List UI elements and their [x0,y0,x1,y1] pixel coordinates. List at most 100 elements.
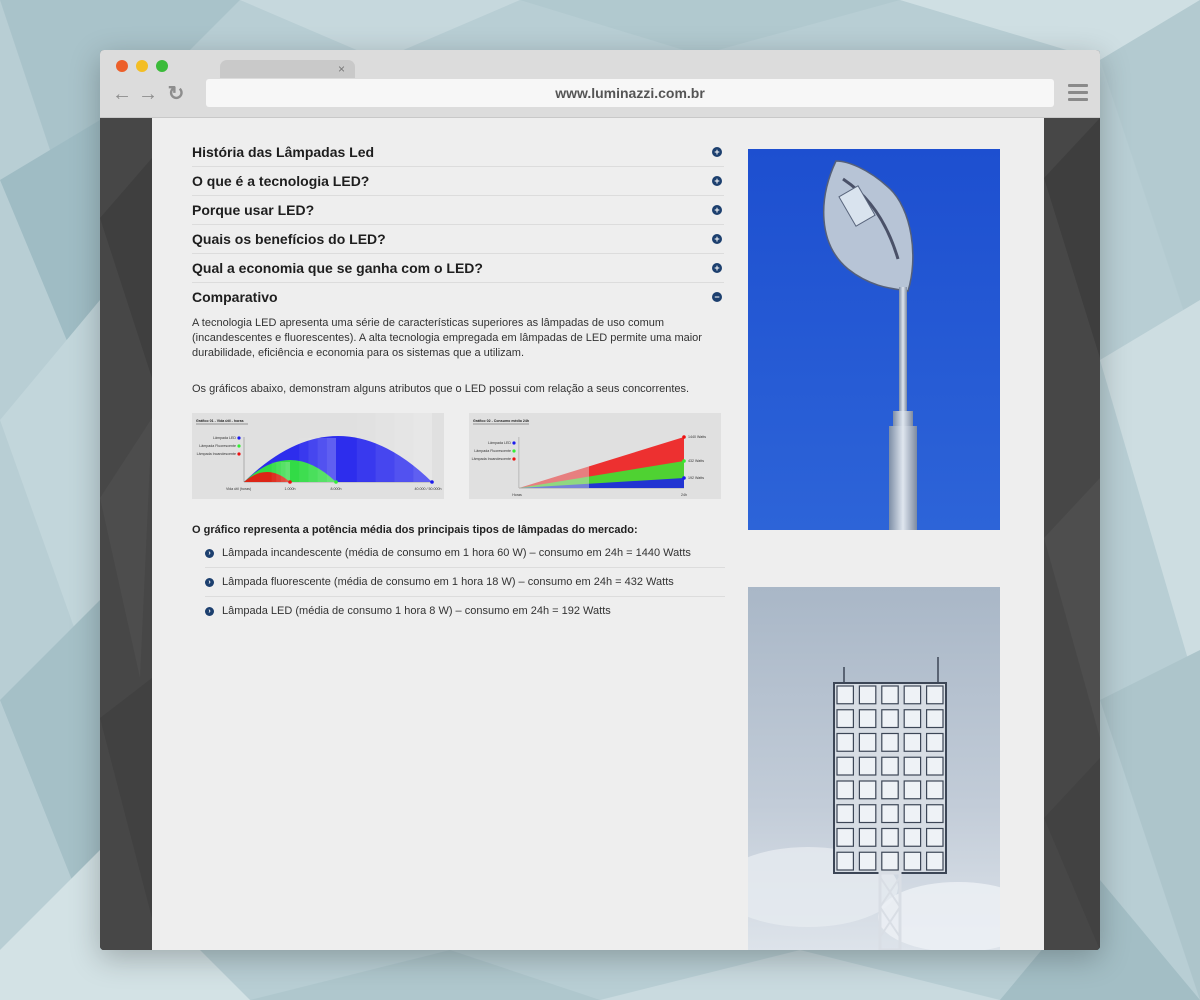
list-item-text: Lâmpada fluorescente (média de consumo e… [222,576,674,588]
legend-swatch [512,449,516,453]
end-point [682,435,686,439]
stripe-band [375,413,395,482]
x-label: Horas [512,493,522,497]
stripe-band [317,438,327,482]
floodlight-lamp [858,685,877,705]
stripe-band [271,462,277,482]
floodlight-lamp [836,732,854,752]
floodlight-lamp [903,685,922,705]
floodlight-lamp [926,780,944,800]
address-bar[interactable]: www.luminazzi.com.br [206,79,1054,107]
expand-plus-icon[interactable]: + [712,263,722,273]
expand-plus-icon[interactable]: + [712,176,722,186]
floodlight-lamp [858,732,877,752]
legend-swatch [237,436,241,440]
end-point [288,480,292,484]
accordion-title: História das Lâmpadas Led [192,144,375,160]
legend-swatch [512,441,516,445]
legend-label: Lâmpada Incandescente [197,452,236,456]
floodlight-lamp [926,685,944,705]
tab-close-icon[interactable]: × [338,61,345,77]
floodlight-lamp [926,851,944,871]
tick-label: 1.000h [285,487,296,491]
list-item-text: Lâmpada incandescente (média de consumo … [222,547,691,559]
end-point [682,459,686,463]
floodlight-lamp [926,827,944,847]
accordion-item-beneficios[interactable]: Quais os benefícios do LED? + [192,225,724,254]
legend-label: Lâmpada LED [488,441,511,445]
floodlight-lamp [881,709,899,729]
close-window-button[interactable] [116,60,128,72]
expand-plus-icon[interactable]: + [712,205,722,215]
floodlight-lamp [903,780,922,800]
expand-plus-icon[interactable]: + [712,234,722,244]
floodlight-lamp [858,804,877,824]
value-label: 192 Watts [688,476,704,480]
chevron-right-icon: › [205,606,214,616]
value-label: 432 Watts [688,459,704,463]
page-content: História das Lâmpadas Led + O que é a te… [152,118,1044,950]
expand-plus-icon[interactable]: + [712,147,722,157]
floodlight-lamp [903,827,922,847]
collapse-minus-icon[interactable]: − [712,292,722,302]
comparativo-charts-intro: Os gráficos abaixo, demonstram alguns at… [192,383,690,395]
floodlight-lamp [881,851,899,871]
stripe-band [394,413,414,482]
floodlight-lamp [836,804,854,824]
floodlight-lamp [881,685,899,705]
legend-label: Lâmpada LED [213,436,236,440]
stripe-band [280,462,286,482]
forward-arrow-icon[interactable]: → [138,84,158,104]
street-lamp-photo [748,149,1000,530]
floodlight-lamp [881,732,899,752]
tick-label: 40.000 / 50.000h [415,487,442,491]
maximize-window-button[interactable] [156,60,168,72]
browser-tab[interactable]: × [220,60,355,78]
legend-label: Lâmpada Fluorescente [474,449,511,453]
floodlight-lamp [836,709,854,729]
legend-swatch [237,452,241,456]
list-heading: O gráfico representa a potência média do… [192,524,638,536]
floodlight-lamp [903,804,922,824]
accordion-item-historia[interactable]: História das Lâmpadas Led + [192,138,724,167]
chevron-right-icon: › [205,548,214,558]
value-label: 1440 Watts [688,435,706,439]
stripe-band [413,413,432,482]
x-label: Vida útil (horas) [226,487,251,491]
accordion-item-porque[interactable]: Porque usar LED? + [192,196,724,225]
floodlight-lamp [903,851,922,871]
right-side-pattern [1044,118,1100,950]
floodlight-lamp [858,756,877,776]
legend-label: Lâmpada Fluorescente [199,444,236,448]
floodlight-lamp [858,827,877,847]
chevron-right-icon: › [205,577,214,587]
stripe-band [276,462,281,482]
floodlight-lamp [836,780,854,800]
accordion-item-economia[interactable]: Qual a economia que se ganha com o LED? … [192,254,724,283]
stadium-floodlight-photo [748,587,1000,950]
list-item: › Lâmpada LED (média de consumo 1 hora 8… [205,597,725,625]
tick-label: 8.000h [331,487,342,491]
reload-icon[interactable]: ↻ [166,84,186,104]
floodlight-lamp [926,756,944,776]
stripe-band [326,438,336,482]
minimize-window-button[interactable] [136,60,148,72]
stripe-band [308,438,318,482]
list-item: › Lâmpada incandescente (média de consum… [205,539,725,568]
floodlight-lamp [926,804,944,824]
back-arrow-icon[interactable]: ← [112,84,132,104]
consumption-list: › Lâmpada incandescente (média de consum… [205,539,725,625]
accordion-title: O que é a tecnologia LED? [192,173,370,189]
comparativo-intro-text: A tecnologia LED apresenta uma série de … [192,317,702,359]
list-item-text: Lâmpada LED (média de consumo 1 hora 8 W… [222,605,611,617]
x-end-label: 24h [681,493,687,497]
hamburger-menu-icon[interactable] [1068,84,1088,102]
accordion-item-comparativo[interactable]: Comparativo − [192,283,724,311]
floodlight-lamp [836,756,854,776]
floodlight-lamp [903,732,922,752]
floodlight-lamp [836,827,854,847]
end-point [334,480,338,484]
accordion-item-tecnologia[interactable]: O que é a tecnologia LED? + [192,167,724,196]
accordion-title: Porque usar LED? [192,202,315,218]
stripe-band [356,413,376,482]
